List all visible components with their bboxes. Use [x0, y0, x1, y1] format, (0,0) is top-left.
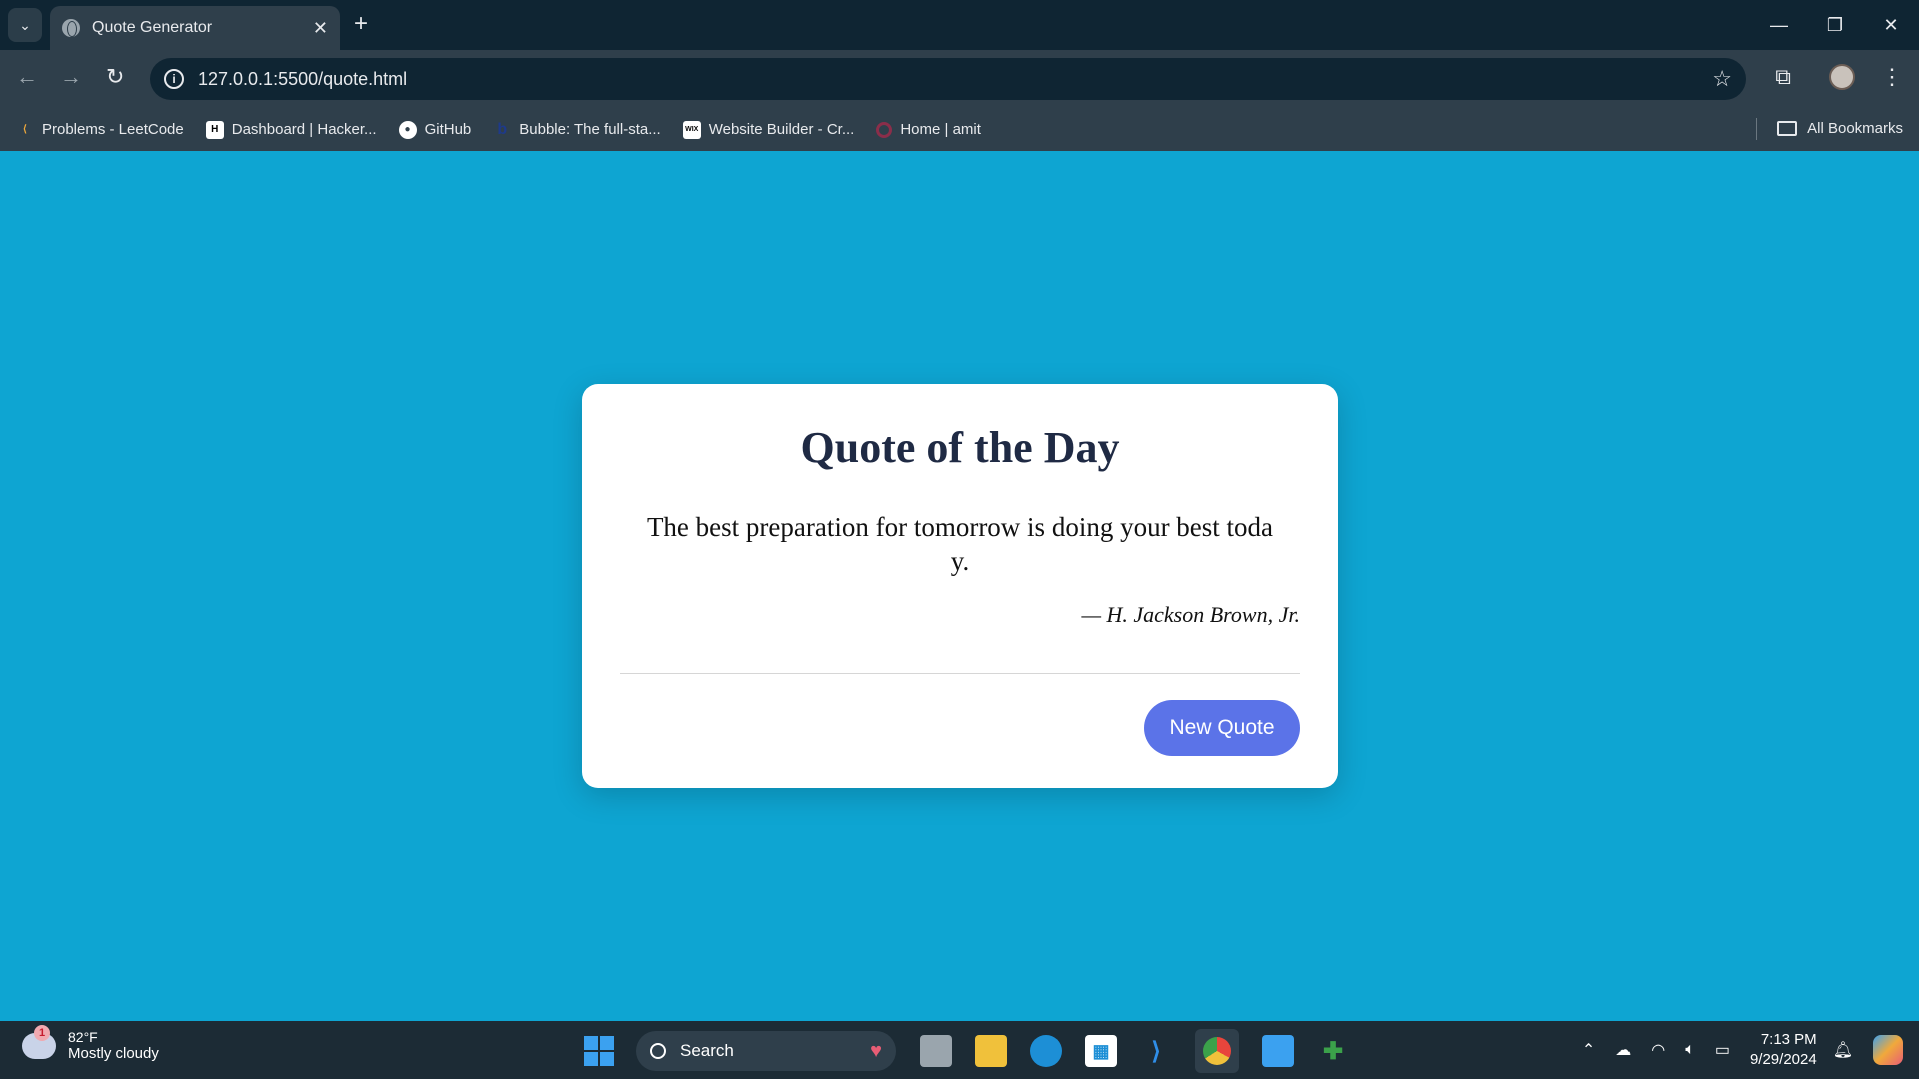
taskbar: 1 82°F Mostly cloudy Search ♥ ▦ ⟩ ✚ ⌃ ☁ … [0, 1021, 1919, 1079]
search-icon [650, 1043, 666, 1059]
extensions-icon[interactable]: ⧉ [1775, 64, 1791, 90]
close-window-button[interactable]: ✕ [1863, 15, 1919, 36]
page-viewport: Quote of the Day The best preparation fo… [0, 151, 1919, 1021]
onedrive-icon[interactable]: ☁ [1615, 1040, 1631, 1060]
start-button[interactable] [584, 1036, 614, 1066]
bookmarks-bar: ⟨ Problems - LeetCode H Dashboard | Hack… [0, 108, 1919, 151]
tab-strip: ⌄ Quote Generator ✕ + — ❐ ✕ [0, 0, 1919, 50]
folder-icon [1777, 121, 1798, 136]
clock-date: 9/29/2024 [1749, 1051, 1817, 1068]
tab-title: Quote Generator [92, 19, 213, 36]
restore-button[interactable]: ❐ [1807, 15, 1863, 36]
bubble-icon: b [497, 120, 508, 138]
vscode-icon[interactable]: ⟩ [1140, 1035, 1172, 1067]
profile-avatar[interactable] [1829, 64, 1855, 90]
clock[interactable]: 7:13 PM 9/29/2024 [1750, 1030, 1817, 1070]
address-bar[interactable]: i 127.0.0.1:5500/quote.html ☆ [150, 58, 1746, 100]
volume-icon[interactable]: 🔈︎ [1685, 1041, 1695, 1059]
taskbar-apps: Search ♥ ▦ ⟩ ✚ [584, 1029, 1372, 1073]
all-bookmarks-button[interactable]: All Bookmarks [1777, 120, 1903, 137]
weather-widget[interactable]: 1 82°F Mostly cloudy [22, 1024, 159, 1062]
notification-badge: 1 [34, 1024, 50, 1041]
cloud-icon: 1 [22, 1024, 56, 1059]
store-icon[interactable]: ▦ [1085, 1035, 1117, 1067]
new-tab-button[interactable]: + [354, 10, 368, 38]
taskbar-search[interactable]: Search ♥ [636, 1031, 896, 1071]
bell-icon[interactable]: 🔔︎ [1833, 1040, 1853, 1060]
weather-temp: 82°F [68, 1029, 98, 1045]
notepad-icon[interactable] [1262, 1035, 1294, 1067]
minimize-button[interactable]: — [1751, 15, 1807, 36]
bookmark-home-amit[interactable]: Home | amit [876, 121, 981, 138]
bookmarks-separator [1756, 118, 1757, 140]
weather-desc: Mostly cloudy [68, 1045, 159, 1062]
site-info-icon[interactable]: i [164, 69, 184, 89]
bookmark-github[interactable]: ● GitHub [398, 120, 471, 139]
file-explorer-icon[interactable] [975, 1035, 1007, 1067]
forward-button[interactable]: → [60, 64, 82, 90]
browser-toolbar: ← → ↻ i 127.0.0.1:5500/quote.html ☆ ⧉ ⋮ [0, 50, 1919, 108]
leetcode-icon: ⟨ [23, 124, 27, 135]
new-quote-button[interactable]: New Quote [1144, 700, 1300, 756]
tab-active[interactable]: Quote Generator ✕ [50, 6, 340, 50]
globe-icon [62, 19, 80, 37]
quote-text: The best preparation for tomorrow is doi… [646, 512, 1274, 576]
search-label: Search [680, 1041, 734, 1060]
wix-icon: WIX [682, 120, 701, 139]
window-controls: — ❐ ✕ [1751, 0, 1919, 50]
system-tray: ⌃ ☁ ◠ 🔈︎ ▭ 7:13 PM 9/29/2024 🔔︎ [1582, 1021, 1919, 1079]
quote-author: — H. Jackson Brown, Jr. [1081, 602, 1300, 627]
clock-time: 7:13 PM [1760, 1031, 1817, 1048]
edge-icon[interactable] [1030, 1035, 1062, 1067]
reload-button[interactable]: ↻ [106, 64, 124, 90]
ring-icon [876, 121, 893, 138]
bookmark-leetcode[interactable]: ⟨ Problems - LeetCode [16, 121, 184, 139]
copilot-icon[interactable] [1873, 1035, 1903, 1065]
search-highlight-icon: ♥ [870, 1039, 882, 1062]
github-icon: ● [398, 120, 417, 139]
bookmark-hackerrank[interactable]: H Dashboard | Hacker... [205, 120, 377, 139]
menu-kebab-icon[interactable]: ⋮ [1881, 64, 1903, 90]
tab-close-icon[interactable]: ✕ [313, 18, 328, 39]
battery-icon[interactable]: ▭ [1715, 1040, 1730, 1060]
divider [620, 673, 1300, 674]
tab-search-button[interactable]: ⌄ [8, 8, 42, 42]
bookmark-wix[interactable]: WIX Website Builder - Cr... [682, 120, 854, 139]
url-text[interactable]: 127.0.0.1:5500/quote.html [198, 69, 1712, 90]
bookmark-bubble[interactable]: b Bubble: The full-sta... [493, 121, 660, 139]
quote-card: Quote of the Day The best preparation fo… [582, 384, 1338, 788]
hackerrank-icon: H [205, 120, 224, 139]
back-button[interactable]: ← [16, 64, 38, 90]
app-plus-icon[interactable]: ✚ [1317, 1035, 1349, 1067]
wifi-icon[interactable]: ◠ [1651, 1040, 1665, 1060]
task-view-icon[interactable] [920, 1035, 952, 1067]
chevron-down-icon: ⌄ [19, 16, 31, 33]
chevron-up-icon[interactable]: ⌃ [1582, 1040, 1595, 1060]
card-title: Quote of the Day [800, 423, 1120, 472]
bookmark-star-icon[interactable]: ☆ [1712, 66, 1732, 92]
chrome-icon[interactable] [1195, 1029, 1239, 1073]
